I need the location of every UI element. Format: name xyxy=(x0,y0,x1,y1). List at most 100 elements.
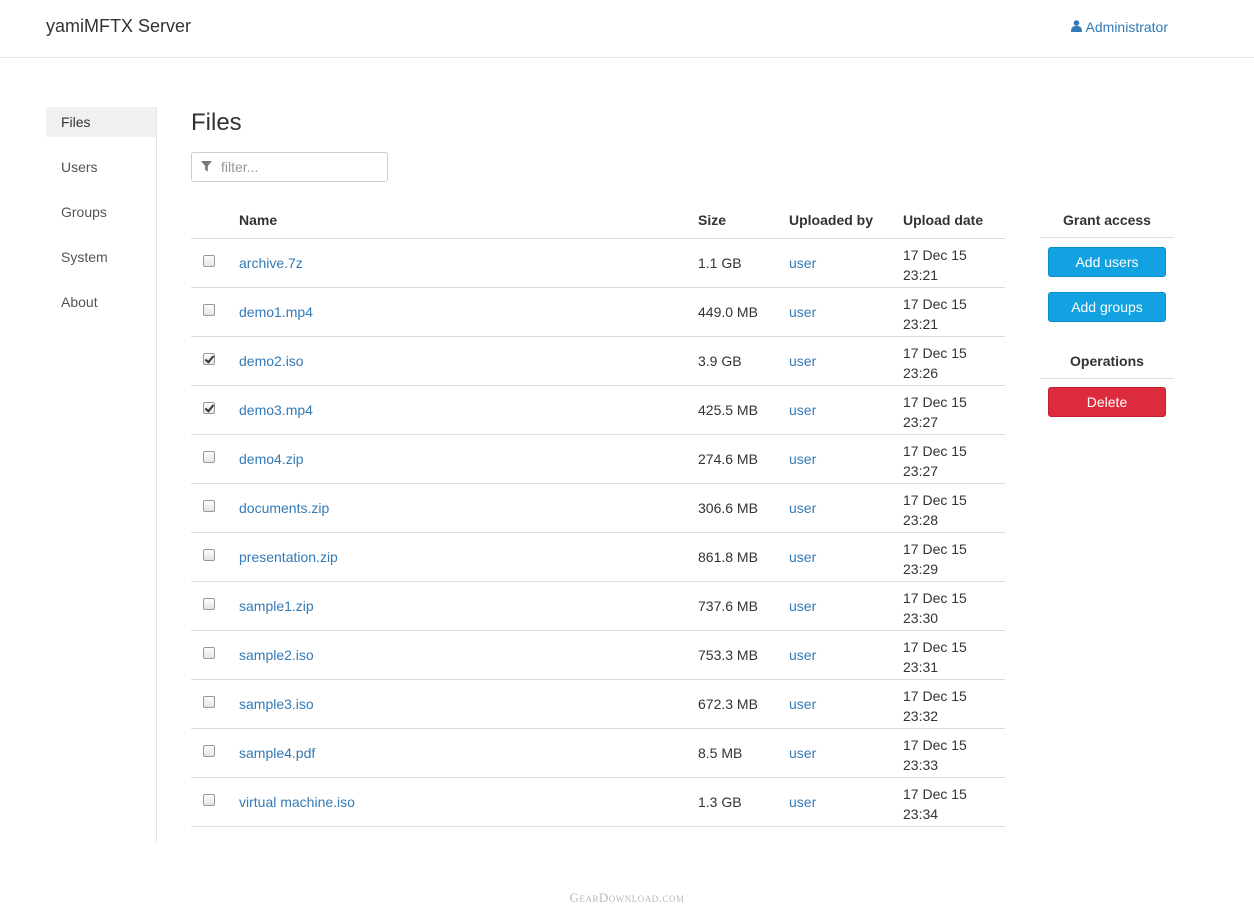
uploader-link[interactable]: user xyxy=(789,451,816,467)
row-checkbox[interactable] xyxy=(203,450,215,463)
uploader-link[interactable]: user xyxy=(789,500,816,516)
upload-time: 23:34 xyxy=(903,805,939,822)
upload-date: 17 Dec 15 xyxy=(903,344,967,361)
header-name[interactable]: Name xyxy=(239,203,698,239)
file-name-link[interactable]: demo4.zip xyxy=(239,451,304,467)
uploaded-by-cell: user xyxy=(789,238,903,288)
uploader-link[interactable]: user xyxy=(789,304,816,320)
row-checkbox[interactable] xyxy=(203,744,215,757)
upload-time: 23:30 xyxy=(903,609,939,626)
upload-date: 17 Dec 15 xyxy=(903,589,967,606)
row-checkbox[interactable] xyxy=(203,303,215,316)
upload-date: 17 Dec 15 xyxy=(903,687,967,704)
uploader-link[interactable]: user xyxy=(789,255,816,271)
file-name-cell: virtual machine.iso xyxy=(239,777,698,827)
uploaded-by-cell: user xyxy=(789,434,903,484)
uploaded-by-cell: user xyxy=(789,728,903,778)
file-name-cell: sample1.zip xyxy=(239,581,698,631)
row-checkbox[interactable] xyxy=(203,401,215,414)
row-checkbox[interactable] xyxy=(203,646,215,659)
table-row[interactable]: virtual machine.iso 1.3 GB user 17 Dec 15 23… xyxy=(191,777,1005,827)
upload-date-cell: 17 Dec 15 23:29 xyxy=(903,532,1005,582)
uploader-link[interactable]: user xyxy=(789,696,816,712)
add-groups-button[interactable]: Add groups xyxy=(1048,292,1166,322)
actions-panel: Grant access Add users Add groups Operat… xyxy=(1040,206,1174,417)
file-name-link[interactable]: documents.zip xyxy=(239,500,329,516)
sidebar-item-users[interactable]: Users xyxy=(46,152,156,182)
table-row[interactable]: demo4.zip 274.6 MB user 17 Dec 15 23:27 xyxy=(191,434,1005,484)
uploader-link[interactable]: user xyxy=(789,402,816,418)
row-checkbox[interactable] xyxy=(203,352,215,365)
table-row[interactable]: demo1.mp4 449.0 MB user 17 Dec 15 23:21 xyxy=(191,287,1005,337)
select-cell xyxy=(191,777,239,827)
uploader-link[interactable]: user xyxy=(789,745,816,761)
file-name-link[interactable]: sample1.zip xyxy=(239,598,314,614)
table-row[interactable]: presentation.zip 861.8 MB user 17 Dec 15 23:… xyxy=(191,532,1005,582)
user-icon xyxy=(1070,19,1082,35)
file-name-link[interactable]: sample3.iso xyxy=(239,696,314,712)
app-title[interactable]: yamiMFTX Server xyxy=(46,16,191,37)
sidebar-item-files[interactable]: Files xyxy=(46,107,156,137)
sidebar-item-system[interactable]: System xyxy=(46,242,156,272)
uploaded-by-cell: user xyxy=(789,679,903,729)
upload-date-cell: 17 Dec 15 23:32 xyxy=(903,679,1005,729)
row-checkbox[interactable] xyxy=(203,695,215,708)
delete-button[interactable]: Delete xyxy=(1048,387,1166,417)
table-row[interactable]: sample2.iso 753.3 MB user 17 Dec 15 23:31 xyxy=(191,630,1005,680)
table-row[interactable]: sample1.zip 737.6 MB user 17 Dec 15 23:30 xyxy=(191,581,1005,631)
file-name-cell: demo4.zip xyxy=(239,434,698,484)
sidebar: Files Users Groups System About xyxy=(46,107,157,842)
file-size-cell: 3.9 GB xyxy=(698,336,789,386)
sidebar-item-about[interactable]: About xyxy=(46,287,156,317)
header-uploaded-by[interactable]: Uploaded by xyxy=(789,203,903,239)
administrator-label: Administrator xyxy=(1085,19,1168,35)
uploader-link[interactable]: user xyxy=(789,647,816,663)
table-row[interactable]: sample3.iso 672.3 MB user 17 Dec 15 23:32 xyxy=(191,679,1005,729)
filter-box[interactable] xyxy=(191,152,388,182)
add-users-button[interactable]: Add users xyxy=(1048,247,1166,277)
upload-time: 23:32 xyxy=(903,707,939,724)
file-name-link[interactable]: presentation.zip xyxy=(239,549,338,565)
select-cell xyxy=(191,630,239,680)
file-name-link[interactable]: archive.7z xyxy=(239,255,303,271)
table-row[interactable]: documents.zip 306.6 MB user 17 Dec 15 23:28 xyxy=(191,483,1005,533)
header-size[interactable]: Size xyxy=(698,203,789,239)
administrator-menu[interactable]: Administrator xyxy=(1070,19,1168,35)
file-name-link[interactable]: demo1.mp4 xyxy=(239,304,313,320)
file-size-cell: 861.8 MB xyxy=(698,532,789,582)
file-name-link[interactable]: sample2.iso xyxy=(239,647,314,663)
uploader-link[interactable]: user xyxy=(789,549,816,565)
upload-date: 17 Dec 15 xyxy=(903,638,967,655)
table-header-row: Name Size Uploaded by Upload date xyxy=(191,203,1005,239)
file-size-cell: 1.1 GB xyxy=(698,238,789,288)
header-upload-date[interactable]: Upload date xyxy=(903,203,1005,239)
upload-date: 17 Dec 15 xyxy=(903,540,967,557)
file-name-link[interactable]: sample4.pdf xyxy=(239,745,315,761)
table-row[interactable]: demo2.iso 3.9 GB user 17 Dec 15 23:26 xyxy=(191,336,1005,386)
table-row[interactable]: sample4.pdf 8.5 MB user 17 Dec 15 23:33 xyxy=(191,728,1005,778)
row-checkbox[interactable] xyxy=(203,793,215,806)
uploader-link[interactable]: user xyxy=(789,353,816,369)
file-name-link[interactable]: demo3.mp4 xyxy=(239,402,313,418)
row-checkbox[interactable] xyxy=(203,597,215,610)
file-size-cell: 737.6 MB xyxy=(698,581,789,631)
row-checkbox[interactable] xyxy=(203,548,215,561)
upload-date-cell: 17 Dec 15 23:26 xyxy=(903,336,1005,386)
uploaded-by-cell: user xyxy=(789,287,903,337)
filter-input[interactable] xyxy=(221,159,371,175)
uploader-link[interactable]: user xyxy=(789,598,816,614)
uploaded-by-cell: user xyxy=(789,483,903,533)
file-name-link[interactable]: demo2.iso xyxy=(239,353,304,369)
table-row[interactable]: demo3.mp4 425.5 MB user 17 Dec 15 23:27 xyxy=(191,385,1005,435)
sidebar-item-groups[interactable]: Groups xyxy=(46,197,156,227)
file-name-link[interactable]: virtual machine.iso xyxy=(239,794,355,810)
uploader-link[interactable]: user xyxy=(789,794,816,810)
upload-date: 17 Dec 15 xyxy=(903,246,967,263)
table-row[interactable]: archive.7z 1.1 GB user 17 Dec 15 23:21 xyxy=(191,238,1005,288)
upload-time: 23:28 xyxy=(903,511,939,528)
uploaded-by-cell: user xyxy=(789,581,903,631)
upload-date-cell: 17 Dec 15 23:27 xyxy=(903,434,1005,484)
row-checkbox[interactable] xyxy=(203,254,215,267)
row-checkbox[interactable] xyxy=(203,499,215,512)
file-size-cell: 1.3 GB xyxy=(698,777,789,827)
